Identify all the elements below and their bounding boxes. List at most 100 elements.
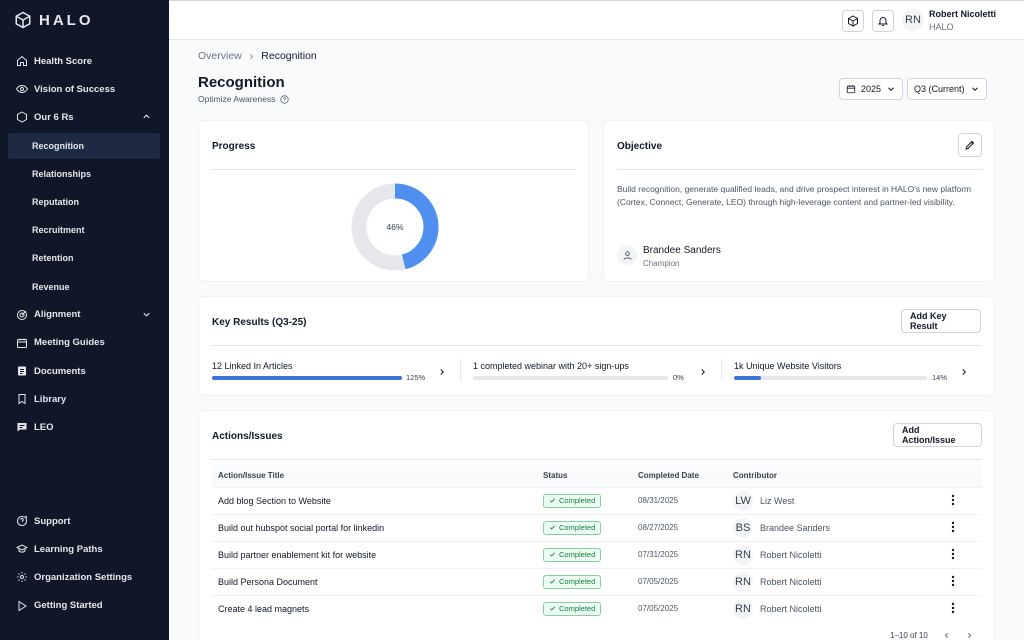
add-action-issue-button[interactable]: Add Action/Issue (893, 423, 982, 447)
notifications-button[interactable] (872, 10, 894, 32)
sidebar-item-health-score[interactable]: Health Score (8, 48, 160, 74)
user-org: HALO (929, 22, 954, 32)
column-header-title[interactable]: Action/Issue Title (212, 465, 537, 487)
status-badge: Completed (543, 493, 602, 508)
chevron-right-icon[interactable] (965, 631, 974, 640)
sidebar-bottom-nav: Support Learning Paths Organization Sett… (8, 508, 160, 621)
key-result-percent: 0% (673, 373, 684, 382)
action-title[interactable]: Add blog Section to Website (212, 486, 537, 514)
check-icon (549, 579, 556, 584)
sidebar-item-learning-paths[interactable]: Learning Paths (8, 536, 160, 562)
sidebar-item-revenue[interactable]: Revenue (8, 274, 160, 300)
add-key-result-button[interactable]: Add Key Result (901, 309, 981, 333)
status-badge: Completed (543, 520, 602, 535)
contributor-cell: BS Brandee Sanders (727, 513, 942, 541)
table-row[interactable]: Create 4 lead magnets Completed 07/05/2025… (212, 594, 982, 622)
cube-button[interactable] (842, 10, 864, 32)
column-header-contributor[interactable]: Contributor (727, 465, 942, 487)
play-icon (18, 600, 27, 611)
chevron-left-icon[interactable] (942, 631, 951, 640)
year-select-value: 2025 (860, 84, 882, 94)
divider (212, 459, 982, 460)
breadcrumb-current: Recognition (261, 50, 317, 62)
status-badge: Completed (543, 601, 602, 616)
page-subtitle-text: Optimize Awareness (198, 94, 276, 104)
breadcrumb-overview-link[interactable]: Overview (198, 50, 242, 62)
sidebar-item-support[interactable]: Support (8, 508, 160, 534)
table-row[interactable]: Add blog Section to Website Completed 08/3… (212, 486, 982, 514)
key-result-progress-track (212, 376, 402, 380)
more-vertical-icon[interactable] (948, 521, 958, 533)
sidebar-item-alignment[interactable]: Alignment (8, 302, 160, 328)
chevron-up-icon[interactable] (141, 111, 152, 122)
chevron-right-icon[interactable] (959, 367, 969, 377)
contributor-name: Robert Nicoletti (760, 603, 822, 614)
action-title[interactable]: Create 4 lead magnets (212, 594, 537, 622)
sidebar-item-organization-settings[interactable]: Organization Settings (8, 564, 160, 590)
calendar-icon (17, 338, 27, 348)
sidebar-item-recognition[interactable]: Recognition (8, 132, 160, 159)
more-vertical-icon[interactable] (948, 548, 958, 560)
chevron-down-icon[interactable] (141, 309, 152, 320)
key-result-progress-track (473, 376, 668, 380)
sidebar-item-our-6-rs[interactable]: Our 6 Rs (8, 104, 160, 130)
calendar-icon (846, 85, 856, 94)
user-avatar[interactable]: RN (902, 9, 924, 31)
key-result-percent: 14% (932, 373, 948, 382)
key-result-item[interactable]: 1k Unique Website Visitors 14% (734, 349, 974, 389)
sidebar-nav: Health Score Vision of Success Our 6 Rs … (8, 48, 160, 443)
sidebar-item-label: Health Score (34, 55, 93, 67)
support-chat-icon (17, 515, 28, 526)
key-result-item[interactable]: 1 completed webinar with 20+ sign-ups 0% (473, 349, 713, 389)
key-results-title: Key Results (Q3-25) (212, 317, 307, 328)
sidebar-item-getting-started[interactable]: Getting Started (8, 593, 160, 619)
sidebar-item-reputation[interactable]: Reputation (8, 189, 160, 215)
user-icon (622, 250, 632, 260)
sidebar-item-retention[interactable]: Retention (8, 245, 160, 271)
more-vertical-icon[interactable] (948, 494, 958, 506)
more-vertical-icon[interactable] (948, 575, 958, 587)
key-result-percent: 125% (406, 373, 426, 382)
sidebar: HALO Health Score Vision of Success Our … (0, 0, 169, 640)
sidebar-item-label: Recruitment (32, 225, 85, 236)
check-icon (549, 498, 556, 503)
progress-percent-label: 46% (386, 222, 403, 232)
sidebar-item-recruitment[interactable]: Recruitment (8, 217, 160, 243)
key-results-card: Key Results (Q3-25) Add Key Result 12 Li… (198, 296, 995, 396)
key-result-item[interactable]: 12 Linked In Articles 125% (212, 349, 452, 389)
sidebar-item-vision-of-success[interactable]: Vision of Success (8, 76, 160, 102)
quarter-select[interactable]: Q3 (Current) (907, 78, 987, 100)
topbar: RN Robert Nicoletti HALO (169, 0, 1024, 40)
status-cell: Completed (537, 540, 632, 568)
year-select[interactable]: 2025 (839, 78, 903, 100)
row-menu-cell (942, 513, 982, 541)
column-header-status[interactable]: Status (537, 465, 632, 487)
help-circle-icon[interactable] (280, 94, 289, 104)
pagination: 1–10 of 10 (890, 631, 974, 640)
user-name[interactable]: Robert Nicoletti (929, 9, 996, 19)
more-vertical-icon[interactable] (948, 602, 958, 614)
check-icon (549, 552, 556, 557)
champion-avatar (617, 245, 637, 265)
contributor-cell: LW Liz West (727, 486, 942, 514)
contributor-avatar: RN (733, 598, 753, 619)
breadcrumb-separator: › (249, 50, 254, 62)
sidebar-item-documents[interactable]: Documents (8, 358, 160, 384)
action-title[interactable]: Build Persona Document (212, 567, 537, 595)
sidebar-item-library[interactable]: Library (8, 386, 160, 412)
table-row[interactable]: Build Persona Document Completed 07/05/202… (212, 567, 982, 595)
table-row[interactable]: Build partner enablement kit for website… (212, 540, 982, 568)
chevron-right-icon[interactable] (437, 367, 447, 377)
quarter-select-value: Q3 (Current) (914, 84, 965, 94)
sidebar-item-leo[interactable]: LEO (8, 414, 160, 440)
table-row[interactable]: Build out hubspot social portal for link… (212, 513, 982, 541)
objective-card-title: Objective (617, 141, 663, 152)
column-header-completed-date[interactable]: Completed Date (632, 465, 727, 487)
sidebar-item-relationships[interactable]: Relationships (8, 161, 160, 187)
chevron-right-icon[interactable] (698, 367, 708, 377)
logo[interactable]: HALO (14, 10, 94, 30)
action-title[interactable]: Build out hubspot social portal for link… (212, 513, 537, 541)
action-title[interactable]: Build partner enablement kit for website (212, 540, 537, 568)
sidebar-item-meeting-guides[interactable]: Meeting Guides (8, 330, 160, 356)
edit-objective-button[interactable] (958, 133, 982, 157)
